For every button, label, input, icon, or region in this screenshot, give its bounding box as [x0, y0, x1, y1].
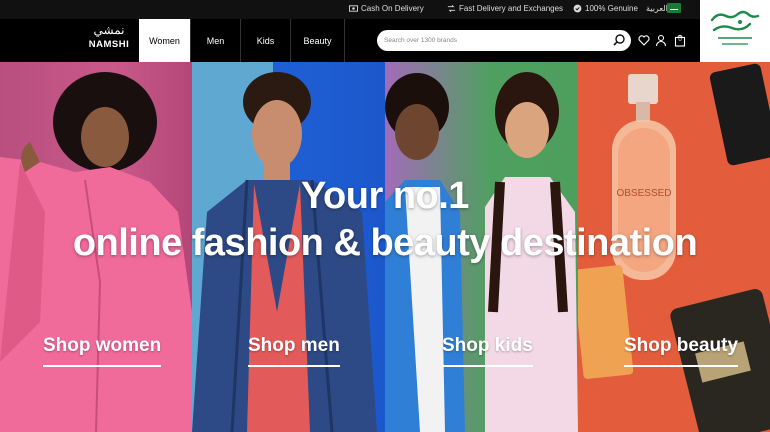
shop-women-link[interactable]: Shop women — [43, 335, 162, 367]
tab-beauty[interactable]: Beauty — [291, 19, 345, 62]
perk-fast-delivery: Fast Delivery and Exchanges — [447, 4, 563, 13]
perk-cash-on-delivery: Cash On Delivery — [349, 4, 424, 13]
search-input[interactable] — [384, 37, 604, 44]
hero-banner: OBSESSED Your no.1 online fashion & beau… — [0, 62, 770, 432]
corner-logo-mark-icon — [710, 10, 760, 45]
saudi-flag-icon[interactable] — [667, 3, 681, 13]
shopping-bag[interactable]: 0 — [674, 34, 686, 47]
tab-women[interactable]: Women — [139, 19, 191, 62]
perk-genuine: 100% Genuine — [573, 4, 638, 13]
search-icon[interactable] — [612, 33, 626, 47]
shop-men-link[interactable]: Shop men — [248, 335, 340, 367]
account-icon[interactable] — [655, 34, 667, 47]
corner-logo — [700, 0, 770, 62]
delivery-exchange-icon — [447, 5, 456, 12]
bag-count: 0 — [678, 37, 682, 43]
genuine-badge-icon — [573, 4, 582, 13]
utility-bar: Cash On Delivery Fast Delivery and Excha… — [0, 0, 770, 19]
main-nav: نمشي NAMSHI Women Men Kids Beauty 0 — [0, 19, 700, 62]
shop-kids-link[interactable]: Shop kids — [442, 335, 533, 367]
logo-arabic: نمشي — [93, 23, 125, 37]
shop-beauty-link[interactable]: Shop beauty — [624, 335, 739, 367]
perk-label: Cash On Delivery — [361, 4, 424, 13]
search-bar — [377, 30, 631, 51]
perk-label: 100% Genuine — [585, 4, 638, 13]
perk-label: Fast Delivery and Exchanges — [459, 4, 564, 13]
tab-men[interactable]: Men — [191, 19, 241, 62]
wishlist-heart-icon[interactable] — [638, 34, 650, 47]
hero-headline-line1: Your no.1 — [301, 175, 469, 217]
hero-headline-line2: online fashion & beauty destination — [72, 222, 698, 264]
cash-icon — [349, 5, 358, 12]
tab-kids[interactable]: Kids — [241, 19, 291, 62]
logo-english: NAMSHI — [88, 39, 130, 50]
namshi-logo[interactable]: نمشي NAMSHI — [84, 23, 134, 57]
language-switch[interactable]: العربية — [646, 4, 668, 13]
